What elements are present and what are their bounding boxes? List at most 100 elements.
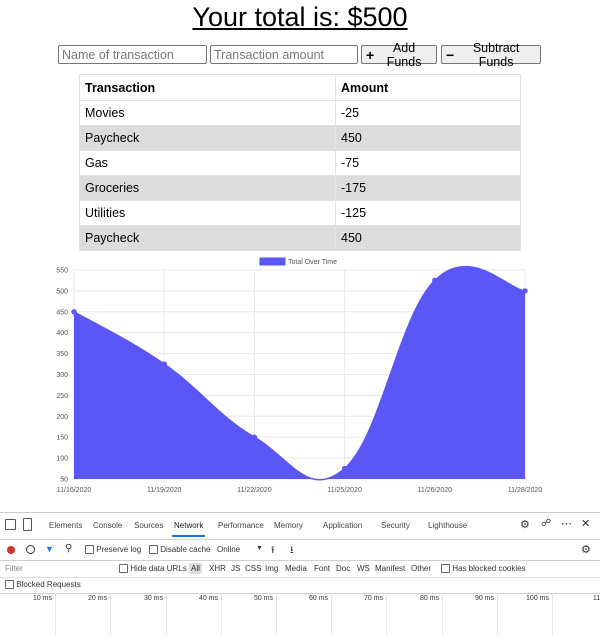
close-icon[interactable]: ✕ — [581, 517, 590, 530]
total-over-time-chart: 550 500 450 400 350 300 250 200 150 100 50 11/16/20… — [0, 254, 600, 499]
clear-icon[interactable] — [26, 545, 35, 554]
gear-icon[interactable]: ⚙ — [520, 518, 530, 531]
data-point[interactable] — [432, 277, 438, 284]
series-area — [74, 266, 525, 480]
type-filter-js[interactable]: JS — [231, 564, 240, 573]
tab-network[interactable]: Network — [171, 521, 206, 537]
filter-bar: Filter Hide data URLs All XHR JS CSS Img… — [0, 561, 600, 578]
timeline-tick-label: 100 ms — [526, 595, 549, 602]
has-blocked-cookies-checkbox[interactable]: Has blocked cookies — [441, 564, 526, 574]
search-icon[interactable]: ⚲ — [65, 543, 72, 554]
x-tick-label: 11/28/2020 — [508, 487, 543, 494]
tab-performance[interactable]: Performance — [218, 521, 264, 530]
y-tick-label: 200 — [56, 414, 68, 421]
record-icon[interactable] — [7, 546, 15, 554]
column-header-transaction: Transaction — [79, 74, 336, 101]
network-settings-gear-icon[interactable]: ⚙ — [581, 543, 591, 556]
type-filter-xhr[interactable]: XHR — [209, 564, 226, 573]
legend-swatch — [259, 257, 286, 266]
transactions-table: Transaction Amount Movies -25 Paycheck 450… — [79, 74, 521, 251]
upload-icon[interactable]: ⭱ — [271, 543, 275, 560]
y-tick-label: 250 — [56, 393, 68, 400]
table-row: Movies -25 — [79, 100, 521, 126]
preserve-log-label: Preserve log — [96, 545, 142, 554]
timeline-gridline — [276, 593, 277, 636]
chart-legend[interactable]: Total Over Time — [259, 257, 337, 266]
minus-icon: − — [446, 46, 455, 63]
table-row: Gas -75 — [79, 150, 521, 176]
tab-console[interactable]: Console — [93, 521, 122, 530]
transaction-amount-input[interactable] — [210, 45, 358, 64]
timeline-tick-label: 10 ms — [32, 595, 52, 602]
x-tick-label: 11/25/2020 — [327, 487, 362, 494]
timeline-gridline — [386, 593, 387, 636]
hide-data-urls-checkbox[interactable]: Hide data URLs — [119, 564, 187, 574]
x-tick-label: 11/26/2020 — [418, 487, 453, 494]
transaction-amount: -125 — [335, 200, 521, 226]
feedback-icon[interactable]: ☍ — [541, 518, 551, 529]
type-filter-manifest[interactable]: Manifest — [375, 564, 405, 573]
table-row: Groceries -175 — [79, 175, 521, 201]
transaction-amount: 450 — [335, 225, 521, 251]
type-filter-img[interactable]: Img — [265, 564, 278, 573]
devtools-tab-bar: Elements Console Sources Network Perform… — [0, 513, 600, 540]
disable-cache-checkbox[interactable]: Disable cache — [149, 545, 210, 555]
filter-input[interactable]: Filter — [5, 564, 23, 573]
transaction-form: + Add Funds − Subtract Funds — [0, 41, 600, 69]
tab-security[interactable]: Security — [381, 521, 410, 530]
throttling-select[interactable]: Online ▼ — [217, 545, 263, 554]
y-tick-label: 450 — [56, 309, 68, 316]
table-header-row: Transaction Amount — [79, 74, 521, 101]
data-point[interactable] — [522, 288, 528, 294]
throttling-value: Online — [217, 545, 241, 554]
transaction-name: Movies — [79, 100, 336, 126]
subtract-funds-label: Subtract Funds — [472, 40, 520, 69]
type-filter-all[interactable]: All — [189, 563, 202, 574]
type-filter-other[interactable]: Other — [411, 564, 431, 573]
inspect-element-icon[interactable] — [5, 519, 16, 530]
timeline-tick-label: 20 ms — [87, 595, 107, 602]
y-tick-label: 50 — [60, 477, 68, 484]
device-toolbar-icon[interactable] — [23, 518, 32, 531]
transaction-name-input[interactable] — [58, 45, 207, 64]
tab-sources[interactable]: Sources — [134, 521, 163, 530]
plus-icon: + — [366, 46, 375, 63]
column-header-amount: Amount — [335, 74, 521, 101]
x-tick-label: 11/16/2020 — [57, 487, 92, 494]
blocked-requests-label: Blocked Requests — [16, 580, 81, 589]
data-point[interactable] — [161, 361, 167, 367]
filter-icon[interactable]: ▼ — [45, 544, 54, 554]
tab-lighthouse[interactable]: Lighthouse — [428, 521, 467, 530]
timeline-tick-label: 50 ms — [253, 595, 273, 602]
data-point[interactable] — [251, 434, 258, 440]
type-filter-css[interactable]: CSS — [245, 564, 261, 573]
timeline-tick-label: 40 ms — [198, 595, 218, 602]
subtract-funds-button[interactable]: − Subtract Funds — [441, 41, 541, 69]
x-tick-label: 11/22/2020 — [237, 487, 272, 494]
legend-label: Total Over Time — [288, 259, 337, 266]
blocked-requests-checkbox[interactable]: Blocked Requests — [5, 580, 81, 590]
data-point[interactable] — [341, 465, 348, 472]
table-row: Paycheck 450 — [79, 225, 521, 251]
download-icon[interactable]: ⭳ — [290, 543, 294, 560]
more-options-icon[interactable]: ⋯ — [561, 517, 572, 530]
add-funds-button[interactable]: + Add Funds — [361, 41, 437, 69]
data-point[interactable] — [71, 309, 77, 315]
tab-elements[interactable]: Elements — [49, 521, 82, 530]
transaction-amount: -75 — [335, 150, 521, 176]
type-filter-font[interactable]: Font — [314, 564, 330, 573]
type-filter-ws[interactable]: WS — [357, 564, 370, 573]
transaction-name: Groceries — [79, 175, 336, 201]
timeline-gridline — [442, 593, 443, 636]
type-filter-doc[interactable]: Doc — [336, 564, 350, 573]
timeline-overview[interactable]: 10 ms 20 ms 30 ms 40 ms 50 ms 60 ms 70 ms 80 ms… — [0, 593, 600, 636]
type-filter-media[interactable]: Media — [285, 564, 307, 573]
tab-application[interactable]: Application — [323, 521, 362, 530]
timeline-gridline — [552, 593, 553, 636]
x-tick-label: 11/19/2020 — [147, 487, 182, 494]
y-tick-label: 300 — [56, 372, 68, 379]
transaction-amount: -25 — [335, 100, 521, 126]
timeline-tick-label: 70 ms — [363, 595, 383, 602]
tab-memory[interactable]: Memory — [274, 521, 303, 530]
preserve-log-checkbox[interactable]: Preserve log — [85, 545, 142, 555]
